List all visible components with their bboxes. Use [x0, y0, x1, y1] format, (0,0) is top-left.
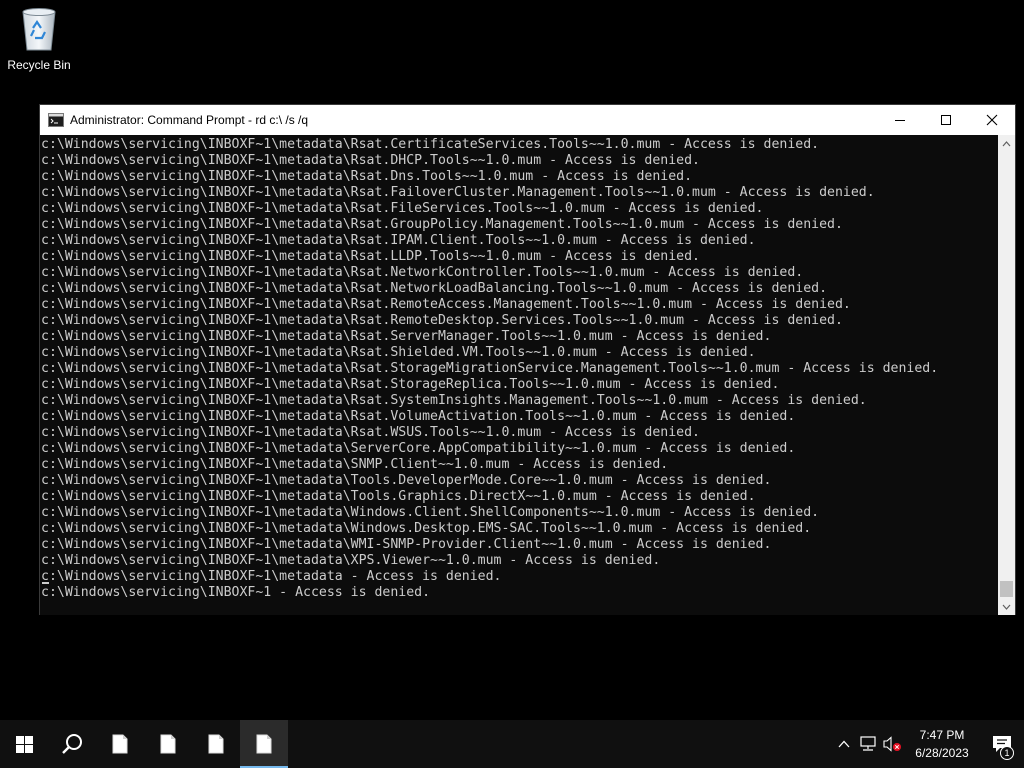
console-line: c:\Windows\servicing\INBOXF~1\metadata\R… [41, 233, 756, 248]
volume-muted-icon [883, 736, 901, 752]
system-tray: 7:47 PM 6/28/2023 1 [832, 720, 1024, 768]
console-line: c:\Windows\servicing\INBOXF~1\metadata -… [41, 569, 502, 584]
console-line: c:\Windows\servicing\INBOXF~1\metadata\R… [41, 313, 843, 328]
console-line: c:\Windows\servicing\INBOXF~1\metadata\W… [41, 521, 812, 536]
desktop: Recycle Bin Administrator: Command Promp… [0, 0, 1024, 720]
file-icon [112, 734, 128, 754]
show-hidden-icons-button[interactable] [832, 720, 856, 768]
console-line: c:\Windows\servicing\INBOXF~1\metadata\R… [41, 153, 700, 168]
taskbar-file-4[interactable] [240, 720, 288, 768]
search-button[interactable] [48, 720, 96, 768]
clock[interactable]: 7:47 PM 6/28/2023 [904, 720, 980, 768]
taskbar-file-1[interactable] [96, 720, 144, 768]
console-line: c:\Windows\servicing\INBOXF~1\metadata\W… [41, 505, 820, 520]
console-line: c:\Windows\servicing\INBOXF~1\metadata\R… [41, 377, 780, 392]
window-title: Administrator: Command Prompt - rd c:\ /… [70, 113, 309, 127]
minimize-button[interactable] [877, 105, 923, 135]
vertical-scrollbar[interactable] [998, 135, 1015, 615]
scroll-up-button[interactable] [998, 135, 1015, 152]
recycle-bin-icon [22, 8, 56, 51]
console-line: c:\Windows\servicing\INBOXF~1\metadata\R… [41, 361, 939, 376]
console-line: c:\Windows\servicing\INBOXF~1\metadata\R… [41, 217, 843, 232]
taskbar-file-3[interactable] [192, 720, 240, 768]
minimize-icon [895, 120, 905, 121]
taskbar-file-2[interactable] [144, 720, 192, 768]
notification-count-badge: 1 [1000, 746, 1014, 760]
window-titlebar[interactable]: Administrator: Command Prompt - rd c:\ /… [40, 105, 1015, 135]
clock-time: 7:47 PM [919, 728, 965, 742]
console-line: c:\Windows\servicing\INBOXF~1\metadata\R… [41, 281, 828, 296]
file-icon [208, 734, 224, 754]
close-icon [986, 114, 998, 126]
window-controls [877, 105, 1015, 135]
action-center-button[interactable]: 1 [980, 720, 1024, 768]
console-line: c:\Windows\servicing\INBOXF~1\metadata\R… [41, 137, 820, 152]
console-line: c:\Windows\servicing\INBOXF~1\metadata\R… [41, 409, 796, 424]
console-line: c:\Windows\servicing\INBOXF~1\metadata\R… [41, 425, 700, 440]
console-line: c:\Windows\servicing\INBOXF~1\metadata\S… [41, 441, 796, 456]
clock-date: 6/28/2023 [915, 746, 969, 760]
console-line: c:\Windows\servicing\INBOXF~1\metadata\X… [41, 553, 661, 568]
volume-button[interactable] [880, 720, 904, 768]
maximize-button[interactable] [923, 105, 969, 135]
desktop-icon-recycle-bin[interactable]: Recycle Bin [4, 6, 74, 78]
start-button[interactable] [0, 720, 48, 768]
network-button[interactable] [856, 720, 880, 768]
search-icon [62, 734, 82, 754]
console-line: c:\Windows\servicing\INBOXF~1\metadata\S… [41, 457, 669, 472]
command-prompt-icon [48, 113, 64, 127]
console-line: c:\Windows\servicing\INBOXF~1 - Access i… [41, 585, 431, 600]
network-icon [860, 736, 876, 751]
taskbar: 7:47 PM 6/28/2023 1 [0, 720, 1024, 768]
console-line: c:\Windows\servicing\INBOXF~1\metadata\T… [41, 489, 756, 504]
console-line: c:\Windows\servicing\INBOXF~1\metadata\T… [41, 473, 772, 488]
file-icon [256, 734, 272, 754]
console-line: c:\Windows\servicing\INBOXF~1\metadata\R… [41, 169, 693, 184]
file-icon [160, 734, 176, 754]
console-line: c:\Windows\servicing\INBOXF~1\metadata\R… [41, 201, 764, 216]
windows-logo-icon [15, 735, 33, 753]
desktop-icon-label: Recycle Bin [7, 58, 71, 72]
close-button[interactable] [969, 105, 1015, 135]
scroll-down-button[interactable] [998, 598, 1015, 615]
console-line: c:\Windows\servicing\INBOXF~1\metadata\R… [41, 345, 756, 360]
console-line: c:\Windows\servicing\INBOXF~1\metadata\R… [41, 265, 804, 280]
chevron-down-icon [1002, 604, 1011, 610]
command-prompt-window[interactable]: Administrator: Command Prompt - rd c:\ /… [39, 104, 1016, 615]
text-cursor [42, 582, 49, 584]
console-line: c:\Windows\servicing\INBOXF~1\metadata\R… [41, 329, 772, 344]
maximize-icon [941, 115, 951, 125]
console-line: c:\Windows\servicing\INBOXF~1\metadata\R… [41, 297, 851, 312]
console-line: c:\Windows\servicing\INBOXF~1\metadata\R… [41, 249, 700, 264]
scroll-thumb[interactable] [1000, 581, 1013, 597]
console-line: c:\Windows\servicing\INBOXF~1\metadata\R… [41, 185, 875, 200]
chevron-up-icon [838, 740, 850, 748]
chevron-up-icon [1002, 140, 1011, 146]
console-line: c:\Windows\servicing\INBOXF~1\metadata\W… [41, 537, 772, 552]
console-line: c:\Windows\servicing\INBOXF~1\metadata\R… [41, 393, 867, 408]
console-output[interactable]: c:\Windows\servicing\INBOXF~1\metadata\R… [40, 135, 1000, 615]
